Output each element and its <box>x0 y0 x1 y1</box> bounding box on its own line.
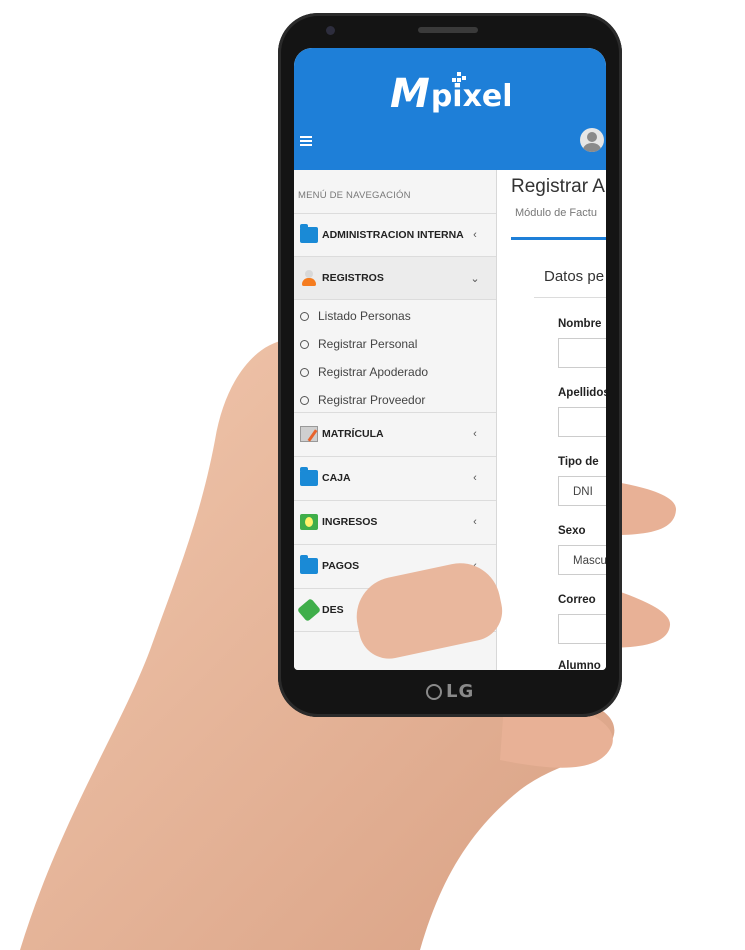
chevron-left-icon: ‹ <box>473 516 477 528</box>
folder-icon <box>300 467 318 486</box>
sidebar-item-label: ADMINISTRACION INTERNA <box>322 229 464 241</box>
field-label-correo: Correo <box>558 594 596 606</box>
folder-icon <box>300 224 318 243</box>
circle-icon <box>300 367 309 377</box>
notepad-icon <box>300 426 318 442</box>
brand-label: LG <box>446 681 475 702</box>
sidebar-item-administracion[interactable]: ADMINISTRACION INTERNA ‹ <box>294 213 496 256</box>
divider <box>294 299 496 300</box>
subitem-listado-personas[interactable]: Listado Personas <box>300 307 411 325</box>
device-brand: LG <box>426 681 474 702</box>
sexo-select[interactable]: Mascu <box>558 545 606 575</box>
top-navbar: M pixel <box>294 48 606 170</box>
sidebar-item-caja[interactable]: CAJA ‹ <box>294 456 496 499</box>
folder-icon <box>300 555 318 574</box>
sidebar-item-matricula[interactable]: MATRÍCULA ‹ <box>294 412 496 455</box>
field-label-sexo: Sexo <box>558 525 586 537</box>
sidebar-item-label: MATRÍCULA <box>322 428 384 440</box>
logo-pixels-icon <box>452 72 466 84</box>
money-icon <box>300 514 318 530</box>
person-icon <box>300 270 318 286</box>
logo-text: pixel <box>430 79 513 114</box>
chevron-left-icon: ‹ <box>473 229 477 241</box>
subitem-registrar-proveedor[interactable]: Registrar Proveedor <box>300 391 425 409</box>
tag-icon <box>296 598 322 622</box>
page-subtitle: Módulo de Factu <box>515 207 597 219</box>
field-label-alumno: Alumno <box>558 660 601 670</box>
subitem-label: Registrar Apoderado <box>318 365 429 379</box>
field-label-apellidos: Apellidos <box>558 387 606 399</box>
sidebar-item-ingresos[interactable]: INGRESOS ‹ <box>294 500 496 543</box>
lg-logo-icon <box>426 683 442 700</box>
section-divider <box>534 297 606 298</box>
earpiece-speaker <box>418 27 478 33</box>
circle-icon <box>300 339 309 349</box>
hamburger-menu-icon[interactable] <box>300 136 312 146</box>
active-tab-indicator <box>511 237 606 240</box>
subitem-registrar-personal[interactable]: Registrar Personal <box>300 335 417 353</box>
circle-icon <box>300 395 309 405</box>
page-title: Registrar A <box>511 176 605 197</box>
chevron-down-icon: ⌄ <box>470 272 480 285</box>
app-logo[interactable]: M pixel <box>390 70 513 114</box>
chevron-left-icon: ‹ <box>473 428 477 440</box>
sidebar-item-registros[interactable]: REGISTROS ⌄ <box>294 256 496 299</box>
nombre-input[interactable] <box>558 338 606 368</box>
sidebar-item-label: CAJA <box>322 472 351 484</box>
subitem-label: Registrar Personal <box>318 337 418 351</box>
correo-input[interactable] <box>558 614 606 644</box>
field-label-nombre: Nombre <box>558 318 602 330</box>
user-avatar[interactable] <box>580 128 604 152</box>
sidebar-item-label: REGISTROS <box>322 272 384 284</box>
front-camera <box>326 26 335 35</box>
subitem-label: Listado Personas <box>318 309 411 323</box>
section-title: Datos pe <box>544 268 605 285</box>
tipo-documento-select[interactable]: DNI <box>558 476 606 506</box>
main-content: Registrar A Módulo de Factu Datos pe Nom… <box>497 170 606 670</box>
logo-m: M <box>390 71 430 117</box>
circle-icon <box>300 311 309 321</box>
field-label-tipo-documento: Tipo de <box>558 456 599 468</box>
apellidos-input[interactable] <box>558 407 606 437</box>
subitem-label: Registrar Proveedor <box>318 393 426 407</box>
chevron-left-icon: ‹ <box>473 472 477 484</box>
subitem-registrar-apoderado[interactable]: Registrar Apoderado <box>300 363 428 381</box>
nav-header: MENÚ DE NAVEGACIÓN <box>298 190 411 201</box>
sidebar-item-label: INGRESOS <box>322 516 378 528</box>
